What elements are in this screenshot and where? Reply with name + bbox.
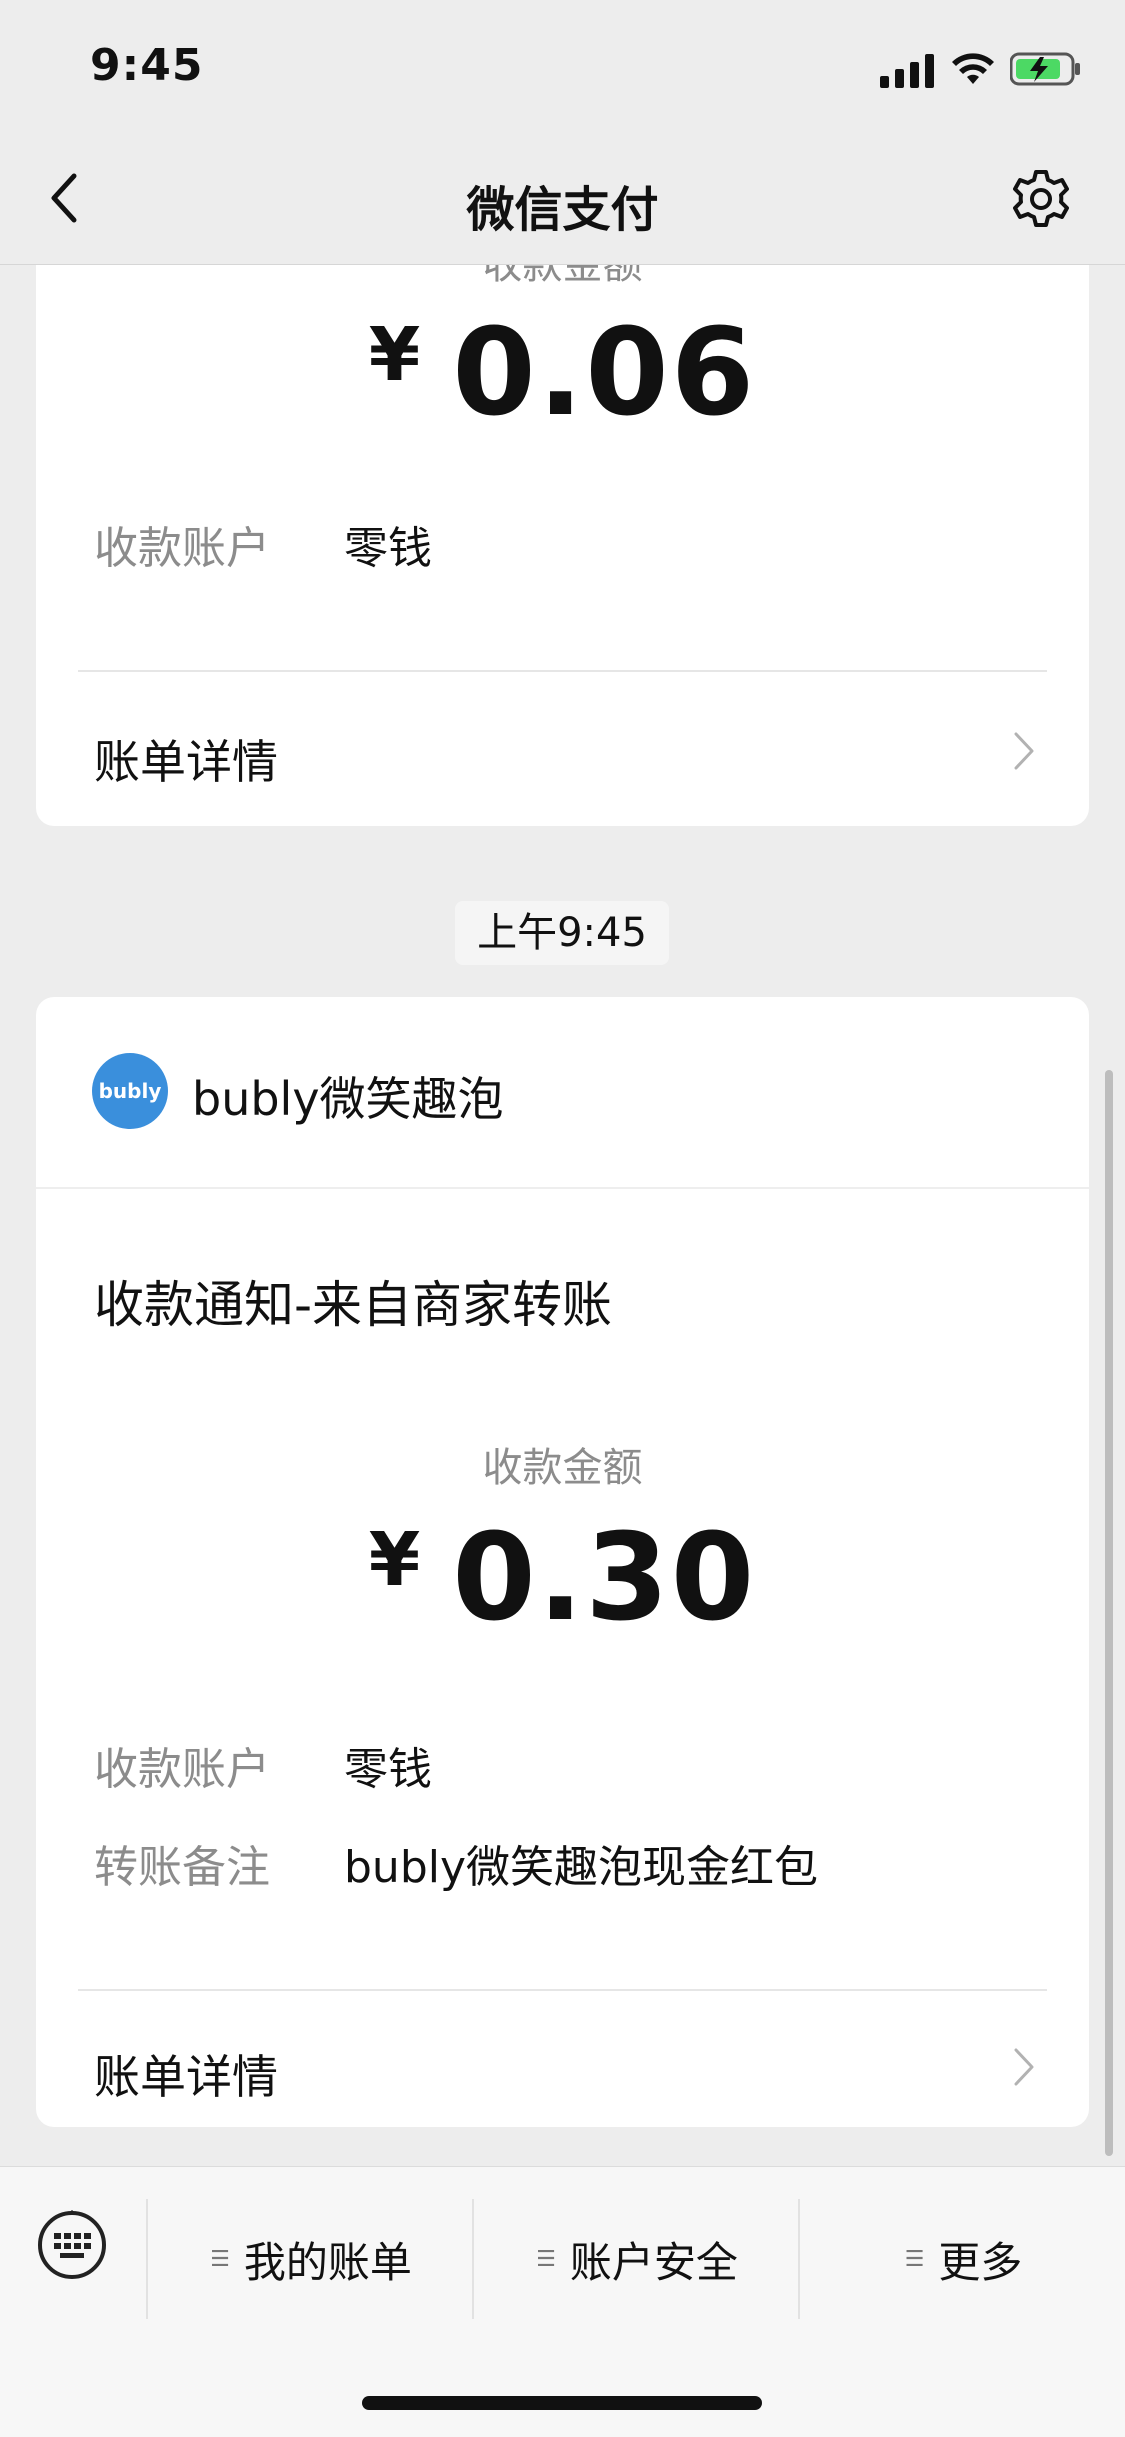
amount-value: 0.06 — [452, 304, 757, 443]
home-indicator — [362, 2396, 762, 2410]
account-row: 收款账户 零钱 — [94, 1733, 432, 1797]
header-divider — [36, 1187, 1089, 1189]
remark-key: 转账备注 — [94, 1842, 270, 1893]
amount-display: ¥0.30 — [36, 1509, 1089, 1648]
status-time: 9:45 — [90, 40, 204, 91]
menu-item-label: 我的账单 — [243, 2237, 412, 2287]
keyboard-icon[interactable] — [36, 2209, 108, 2281]
scrollbar[interactable] — [1105, 1070, 1113, 2156]
menu-lines-icon: ☰ — [536, 2246, 556, 2272]
account-key: 收款账户 — [94, 1744, 270, 1795]
menu-more[interactable]: ☰ 更多 — [798, 2199, 1125, 2319]
divider — [78, 670, 1047, 672]
bill-detail-link[interactable]: 账单详情 — [94, 2041, 278, 2107]
currency-symbol: ¥ — [368, 1517, 421, 1603]
menu-my-bills[interactable]: ☰ 我的账单 — [146, 2199, 474, 2319]
amount-label: 收款金额 — [482, 1445, 643, 1491]
merchant-name: bubly微笑趣泡 — [192, 1072, 504, 1126]
battery-icon — [1010, 52, 1080, 86]
message-list: 收款金额 ¥0.06 收款账户 零钱 账单详情 上午9:45 bubly bubl… — [0, 224, 1125, 2164]
amount-value: 0.30 — [452, 1509, 757, 1648]
account-key: 收款账户 — [94, 523, 270, 574]
payment-card-1[interactable]: 收款金额 ¥0.06 收款账户 零钱 账单详情 — [36, 224, 1089, 826]
signal-icon — [880, 54, 934, 88]
currency-symbol: ¥ — [368, 312, 421, 398]
notice-title: 收款通知-来自商家转账 — [94, 1276, 613, 1334]
remark-row: 转账备注 bubly微笑趣泡现金红包 — [94, 1831, 818, 1895]
chevron-right-icon — [1014, 732, 1034, 770]
page-title: 微信支付 — [466, 182, 659, 238]
account-row: 收款账户 零钱 — [94, 512, 432, 576]
amount-display: ¥0.06 — [36, 304, 1089, 443]
message-timestamp: 上午9:45 — [455, 901, 669, 965]
bill-detail-link[interactable]: 账单详情 — [94, 726, 278, 792]
chevron-right-icon — [1014, 2048, 1034, 2086]
merchant-logo: bubly — [92, 1053, 168, 1129]
menu-item-label: 更多 — [938, 2237, 1023, 2287]
account-value: 零钱 — [344, 523, 432, 574]
menu-lines-icon: ☰ — [210, 2246, 230, 2272]
divider — [78, 1989, 1047, 1991]
payment-card-2[interactable]: bubly bubly微笑趣泡 收款通知-来自商家转账 收款金额 ¥0.30 收… — [36, 997, 1089, 2127]
menu-item-label: 账户安全 — [569, 2237, 738, 2287]
nav-bar: 微信支付 — [0, 132, 1125, 265]
menu-lines-icon: ☰ — [904, 2246, 925, 2272]
status-bar: 9:45 — [0, 0, 1125, 132]
menu-account-security[interactable]: ☰ 账户安全 — [472, 2199, 800, 2319]
account-value: 零钱 — [344, 1744, 432, 1795]
remark-value: bubly微笑趣泡现金红包 — [344, 1842, 819, 1893]
wifi-icon — [952, 53, 994, 84]
gear-icon[interactable] — [1010, 168, 1072, 230]
